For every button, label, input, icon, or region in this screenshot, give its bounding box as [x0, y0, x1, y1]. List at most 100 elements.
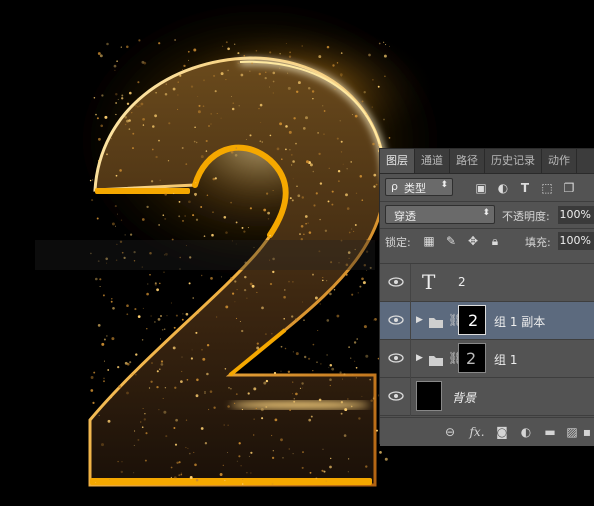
sparkle-particle	[98, 137, 101, 141]
opacity-input[interactable]: 100%	[558, 206, 594, 224]
sparkle-particle	[249, 134, 252, 137]
tab-actions[interactable]: 动作	[542, 149, 577, 173]
sparkle-particle	[291, 393, 293, 395]
pixel-filter-icon[interactable]: ▣	[474, 181, 488, 195]
sparkle-particle	[322, 105, 324, 107]
sparkle-particle	[111, 337, 115, 341]
sparkle-particle	[146, 328, 148, 330]
sparkle-particle	[312, 273, 314, 276]
panel-bottom-toolbar: ⊖ fx. ◙ ◐ ▬ ▨ ▪	[380, 417, 594, 446]
sparkle-particle	[156, 288, 159, 292]
sparkle-particle	[351, 114, 353, 115]
expand-triangle-icon[interactable]: ▶	[416, 315, 423, 325]
lock-transparent-icon[interactable]: ▦	[422, 234, 436, 248]
sparkle-particle	[339, 73, 343, 77]
sparkle-particle	[243, 288, 247, 292]
sparkle-particle	[96, 117, 99, 120]
sparkle-particle	[301, 196, 305, 199]
trash-icon[interactable]: ▪	[580, 424, 594, 440]
sparkle-particle	[283, 295, 286, 299]
sparkle-particle	[333, 289, 336, 291]
layer-row-group-copy[interactable]: ▶ ⛓ 2 组 1 副本	[380, 302, 594, 340]
sparkle-particle	[329, 378, 332, 381]
sparkle-particle	[378, 144, 381, 147]
visibility-eye-icon[interactable]	[388, 276, 404, 288]
lock-all-icon[interactable]: 🔒︎	[488, 234, 502, 248]
sparkle-particle	[181, 68, 183, 70]
layer-mask-thumbnail[interactable]: 2	[458, 343, 486, 373]
sparkle-particle	[295, 142, 297, 145]
adjustment-filter-icon[interactable]: ◐	[496, 181, 510, 195]
sparkle-particle	[231, 292, 235, 295]
sparkle-particle	[251, 62, 254, 65]
lock-pixels-icon[interactable]: ✎	[444, 234, 458, 248]
sparkle-particle	[234, 301, 236, 303]
sparkle-particle	[245, 138, 247, 141]
sparkle-particle	[155, 92, 157, 94]
new-folder-icon[interactable]: ▬	[542, 424, 558, 440]
layer-row-background[interactable]: 背景	[380, 378, 594, 416]
sparkle-particle	[361, 395, 363, 397]
sparkle-particle	[195, 394, 199, 398]
shape-filter-icon[interactable]: ⬚	[540, 181, 554, 195]
sparkle-particle	[185, 312, 189, 316]
sparkle-particle	[378, 42, 381, 45]
visibility-eye-icon[interactable]	[388, 390, 404, 402]
adjustment-icon[interactable]: ◐	[518, 424, 534, 440]
fill-input[interactable]: 100%	[558, 232, 594, 250]
sparkle-particle	[90, 376, 94, 379]
new-layer-icon[interactable]: ▨	[564, 424, 580, 440]
expand-triangle-icon[interactable]: ▶	[416, 353, 423, 363]
visibility-eye-icon[interactable]	[388, 352, 404, 364]
blend-mode-dropdown[interactable]: 穿透 ⬍	[385, 205, 495, 224]
visibility-eye-icon[interactable]	[388, 314, 404, 326]
tab-paths[interactable]: 路径	[450, 149, 485, 173]
tab-layers[interactable]: 图层	[380, 149, 415, 173]
sparkle-particle	[203, 235, 206, 237]
layer-mask-thumbnail[interactable]: 2	[458, 305, 486, 335]
layer-row-group[interactable]: ▶ ⛓ 2 组 1	[380, 340, 594, 378]
sparkle-particle	[131, 373, 133, 376]
tab-channels[interactable]: 通道	[415, 149, 450, 173]
sparkle-particle	[234, 43, 236, 45]
link-icon[interactable]: ⊖	[442, 424, 458, 440]
sparkle-particle	[194, 463, 197, 467]
sparkle-particle	[235, 393, 238, 395]
sparkle-particle	[180, 472, 183, 474]
filter-kind-label: 类型	[404, 182, 426, 195]
sparkle-particle	[282, 457, 284, 459]
fx-icon[interactable]: fx.	[466, 424, 488, 440]
sparkle-particle	[152, 125, 155, 128]
sparkle-particle	[323, 110, 326, 112]
sparkle-particle	[308, 231, 312, 234]
mask-icon[interactable]: ◙	[494, 424, 510, 440]
sparkle-particle	[284, 347, 287, 350]
type-filter-icon[interactable]: T	[518, 181, 532, 195]
sparkle-particle	[202, 357, 206, 361]
sparkle-particle	[313, 204, 316, 207]
sparkle-particle	[280, 345, 283, 348]
sparkle-particle	[192, 297, 194, 299]
sparkle-particle	[160, 363, 164, 366]
layer-row-text[interactable]: T 2	[380, 264, 594, 302]
lock-position-icon[interactable]: ✥	[466, 234, 480, 248]
sparkle-particle	[230, 277, 233, 280]
sparkle-particle	[246, 471, 248, 474]
sparkle-particle	[385, 44, 387, 46]
sparkle-particle	[187, 50, 190, 53]
sparkle-particle	[206, 194, 209, 196]
smart-object-filter-icon[interactable]: ❐	[562, 181, 576, 195]
sparkle-particle	[243, 230, 246, 233]
sparkle-particle	[283, 318, 285, 320]
sparkle-particle	[260, 121, 262, 123]
sparkle-particle	[206, 343, 210, 347]
tab-history[interactable]: 历史记录	[485, 149, 542, 173]
sparkle-particle	[340, 140, 343, 143]
sparkle-particle	[222, 464, 224, 466]
filter-kind-dropdown[interactable]: ρ 类型 ⬍	[385, 178, 453, 196]
sparkle-particle	[227, 452, 228, 454]
sparkle-particle	[121, 97, 124, 100]
sparkle-particle	[193, 140, 196, 143]
sparkle-particle	[310, 415, 313, 418]
sparkle-particle	[117, 460, 119, 463]
